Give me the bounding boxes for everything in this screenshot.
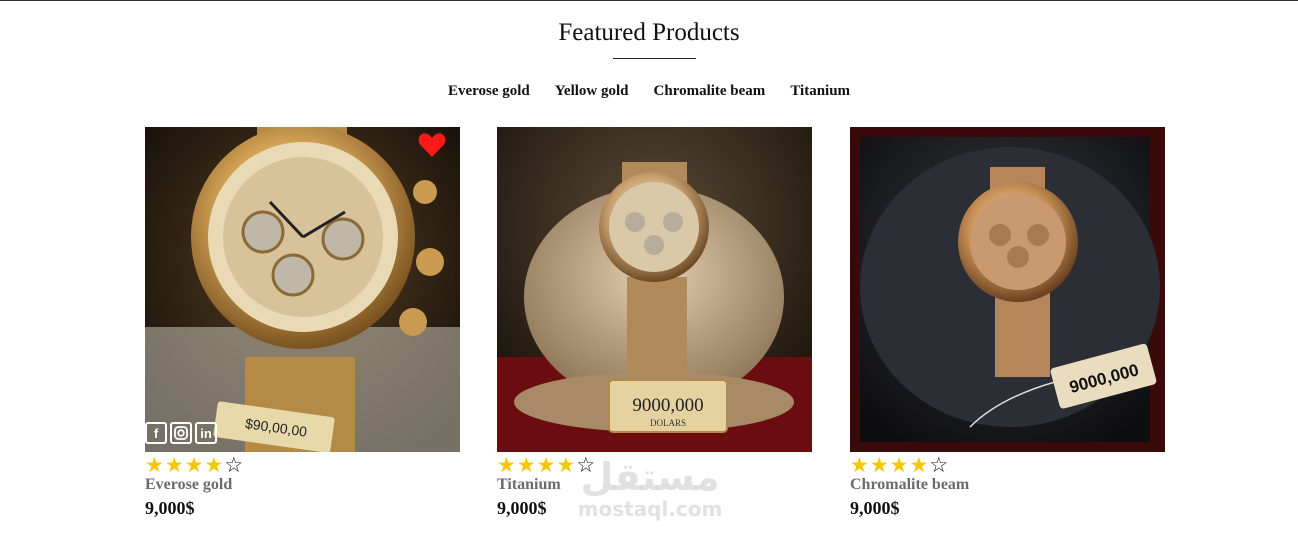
price-tag-text: 9000,000 xyxy=(632,395,703,416)
social-links: f in xyxy=(145,422,217,444)
filter-chromalite-beam[interactable]: Chromalite beam xyxy=(654,83,766,100)
star-filled-icon: ★ xyxy=(909,453,929,477)
product-image[interactable]: $90,00,00 f in xyxy=(145,127,460,452)
linkedin-icon[interactable]: in xyxy=(195,422,217,444)
price-tag-subtext: DOLARS xyxy=(650,418,686,428)
star-filled-icon: ★ xyxy=(850,453,869,477)
rating-stars: ★ ★ ★ ★ ☆ xyxy=(145,453,460,477)
product-name[interactable]: Everose gold xyxy=(145,476,460,494)
star-filled-icon: ★ xyxy=(204,453,224,477)
instagram-icon[interactable] xyxy=(170,422,192,444)
watermark-latin: mostaql.com xyxy=(577,497,723,521)
watch-image: $90,00,00 xyxy=(145,127,460,452)
product-price: 9,000$ xyxy=(850,498,900,518)
product-card[interactable]: 9000,000 ★ ★ ★ ★ ☆ Chromalite beam 9,000… xyxy=(850,127,1165,518)
heart-icon[interactable] xyxy=(418,132,446,158)
star-empty-icon: ☆ xyxy=(224,453,244,477)
watermark: مستقل mostaql.com xyxy=(575,455,725,519)
watch-image: 9000,000 DOLARS xyxy=(497,127,812,452)
star-filled-icon: ★ xyxy=(869,453,889,477)
star-filled-icon: ★ xyxy=(556,453,576,477)
product-name[interactable]: Chromalite beam xyxy=(850,476,1165,494)
top-divider xyxy=(0,0,1298,1)
product-image[interactable]: 9000,000 DOLARS xyxy=(497,127,812,452)
product-card[interactable]: $90,00,00 f in ★ ★ ★ ★ ☆ Everose gold 9,… xyxy=(145,127,460,518)
product-price: 9,000$ xyxy=(145,498,195,518)
star-filled-icon: ★ xyxy=(145,453,164,477)
filter-titanium[interactable]: Titanium xyxy=(790,83,850,100)
rating-stars: ★ ★ ★ ★ ☆ xyxy=(850,453,1165,477)
watermark-arabic: مستقل xyxy=(580,455,720,499)
star-filled-icon: ★ xyxy=(516,453,536,477)
star-filled-icon: ★ xyxy=(497,453,516,477)
filter-yellow-gold[interactable]: Yellow gold xyxy=(555,83,629,100)
section-title: Featured Products xyxy=(558,19,740,46)
watch-image: 9000,000 xyxy=(850,127,1165,452)
title-underline xyxy=(613,58,696,59)
category-filters: Everose gold Yellow gold Chromalite beam… xyxy=(0,83,1298,100)
star-filled-icon: ★ xyxy=(536,453,556,477)
star-filled-icon: ★ xyxy=(184,453,204,477)
facebook-icon[interactable]: f xyxy=(145,422,167,444)
star-filled-icon: ★ xyxy=(889,453,909,477)
product-image[interactable]: 9000,000 xyxy=(850,127,1165,452)
filter-everose-gold[interactable]: Everose gold xyxy=(448,83,530,100)
star-filled-icon: ★ xyxy=(164,453,184,477)
star-empty-icon: ☆ xyxy=(929,453,949,477)
